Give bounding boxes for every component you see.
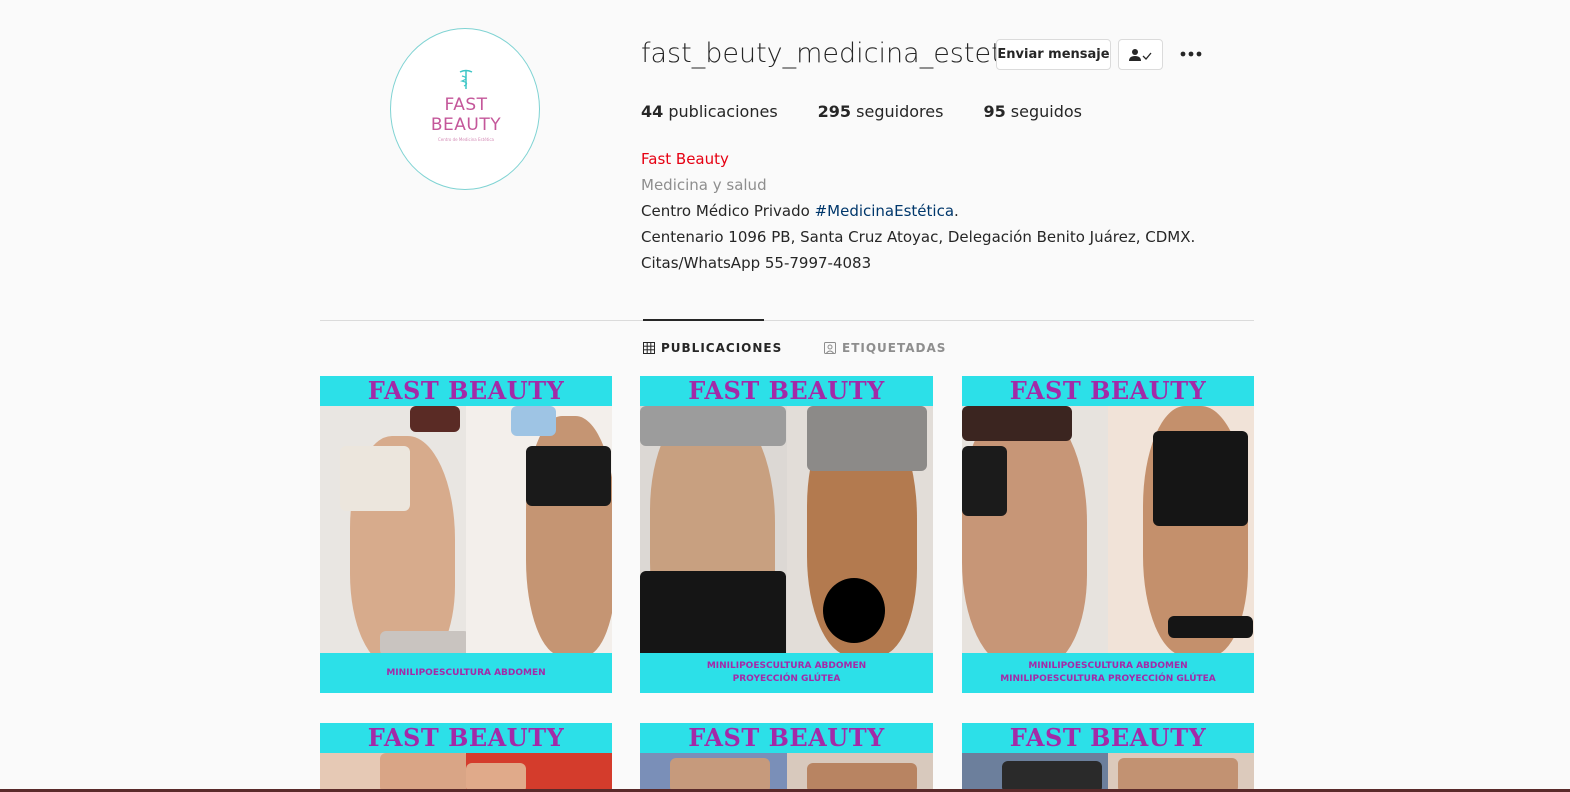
post-banner: FAST BEAUTY: [320, 723, 612, 753]
post-banner: FAST BEAUTY: [640, 376, 933, 406]
bio-hashtag-link[interactable]: #MedicinaEstética: [815, 202, 954, 220]
bio-address: Centenario 1096 PB, Santa Cruz Atoyac, D…: [641, 228, 1196, 246]
tab-publicaciones-label: PUBLICACIONES: [661, 341, 783, 355]
post-banner: FAST BEAUTY: [962, 723, 1254, 753]
bio-line1-text: Centro Médico Privado: [641, 202, 815, 220]
post-tile[interactable]: FAST BEAUTY MINILIPOESCULTURA ABDOMEN MI…: [962, 376, 1254, 693]
post-caption-line1: MINILIPOESCULTURA ABDOMEN: [706, 661, 867, 671]
post-tile[interactable]: FAST BEAUTY: [962, 723, 1254, 792]
bio-contact: Citas/WhatsApp 55-7997-4083: [641, 254, 872, 272]
tabs-divider: [320, 320, 1254, 321]
post-tile[interactable]: FAST BEAUTY: [640, 723, 933, 792]
active-tab-indicator: [643, 319, 764, 321]
bio-line1: Centro Médico Privado #MedicinaEstética.: [641, 198, 1195, 224]
send-message-button[interactable]: Enviar mensaje: [996, 39, 1111, 70]
post-caption: MINILIPOESCULTURA ABDOMEN MINILIPOESCULT…: [962, 653, 1254, 693]
tab-publicaciones[interactable]: PUBLICACIONES: [643, 341, 782, 355]
post-tile[interactable]: FAST BEAUTY MINILIPOESCULTURA ABDOMEN PR…: [640, 376, 933, 693]
profile-username: fast_beuty_medicina_estetica: [641, 38, 1041, 69]
post-caption-line1: MINILIPOESCULTURA ABDOMEN: [1028, 661, 1188, 671]
post-photo: [962, 406, 1254, 653]
stat-following-count: 95: [983, 102, 1006, 121]
person-check-icon: [1128, 48, 1151, 61]
tab-etiquetadas[interactable]: ETIQUETADAS: [824, 341, 946, 355]
stat-followers-label: seguidores: [856, 102, 944, 121]
bio-category: Medicina y salud: [641, 176, 767, 194]
post-photo: [320, 753, 612, 792]
post-tile[interactable]: FAST BEAUTY MINILIPOESCULTURA ABDOMEN: [320, 376, 612, 693]
caduceus-icon: [459, 69, 473, 89]
stat-posts: 44 publicaciones: [641, 102, 778, 121]
profile-stats: 44 publicaciones 295 seguidores 95 segui…: [641, 102, 1082, 121]
more-dots-icon: [1180, 51, 1202, 57]
post-caption-line2: PROYECCIÓN GLÚTEA: [732, 674, 841, 684]
post-banner: FAST BEAUTY: [640, 723, 933, 753]
following-button[interactable]: [1118, 39, 1163, 70]
stat-posts-count: 44: [641, 102, 664, 121]
tab-etiquetadas-label: ETIQUETADAS: [842, 341, 947, 355]
post-banner: FAST BEAUTY: [320, 376, 612, 406]
stat-followers[interactable]: 295 seguidores: [818, 102, 944, 121]
stat-following[interactable]: 95 seguidos: [983, 102, 1082, 121]
post-caption: MINILIPOESCULTURA ABDOMEN: [320, 653, 612, 693]
bio-line1-suffix: .: [954, 202, 959, 220]
avatar-tagline: Centro de Medicina Estética: [437, 137, 494, 142]
stat-posts-label: publicaciones: [668, 102, 778, 121]
post-banner: FAST BEAUTY: [962, 376, 1254, 406]
post-tile[interactable]: FAST BEAUTY: [320, 723, 612, 792]
post-photo: [640, 406, 933, 653]
post-photo: [640, 753, 933, 792]
post-caption-line1: MINILIPOESCULTURA ABDOMEN: [386, 667, 546, 678]
tagged-icon: [824, 342, 836, 354]
post-photo: [320, 406, 612, 653]
avatar-brand-line1: FAST: [444, 95, 488, 115]
avatar-brand-line2: BEAUTY: [430, 115, 502, 135]
more-options-button[interactable]: [1178, 42, 1204, 66]
stat-followers-count: 295: [817, 102, 852, 121]
bio-name: Fast Beauty: [641, 150, 729, 168]
profile-avatar[interactable]: FAST BEAUTY Centro de Medicina Estética: [390, 28, 540, 190]
post-caption: MINILIPOESCULTURA ABDOMEN PROYECCIÓN GLÚ…: [640, 653, 933, 693]
post-caption-line2: MINILIPOESCULTURA PROYECCIÓN GLÚTEA: [1000, 674, 1216, 684]
grid-icon: [643, 342, 655, 354]
stat-following-label: seguidos: [1010, 102, 1082, 121]
profile-bio: Fast Beauty Medicina y salud Centro Médi…: [641, 146, 1195, 276]
post-photo: [962, 753, 1254, 792]
